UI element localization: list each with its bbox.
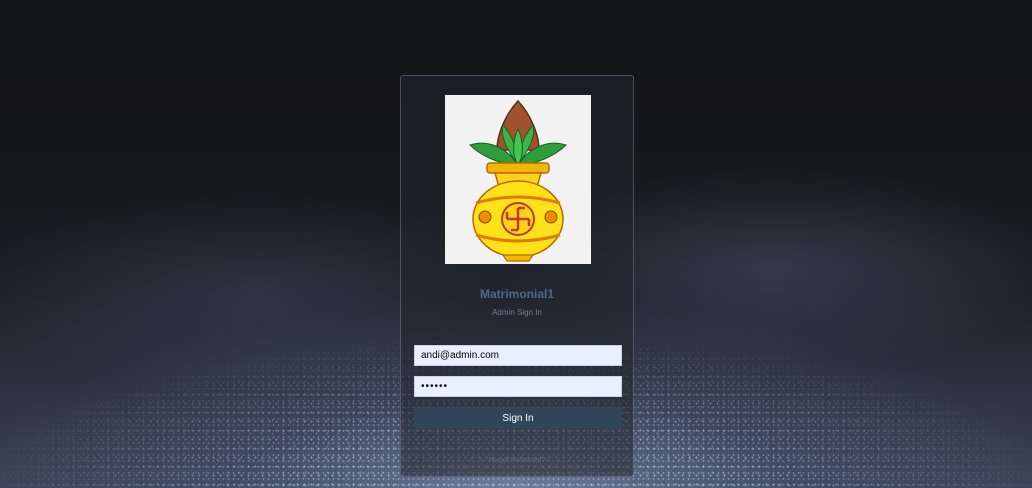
email-input[interactable] xyxy=(414,345,622,366)
forgot-password-link[interactable]: Forgot Password? xyxy=(401,457,633,464)
admin-signin-subtitle: Admin Sign In xyxy=(492,308,542,317)
kalash-logo-icon xyxy=(445,95,591,264)
login-card: Matrimonial1 Admin Sign In Sign In Forgo… xyxy=(400,75,634,477)
sign-in-button[interactable]: Sign In xyxy=(414,407,622,429)
app-title: Matrimonial1 xyxy=(479,287,554,301)
password-input[interactable] xyxy=(414,376,622,397)
